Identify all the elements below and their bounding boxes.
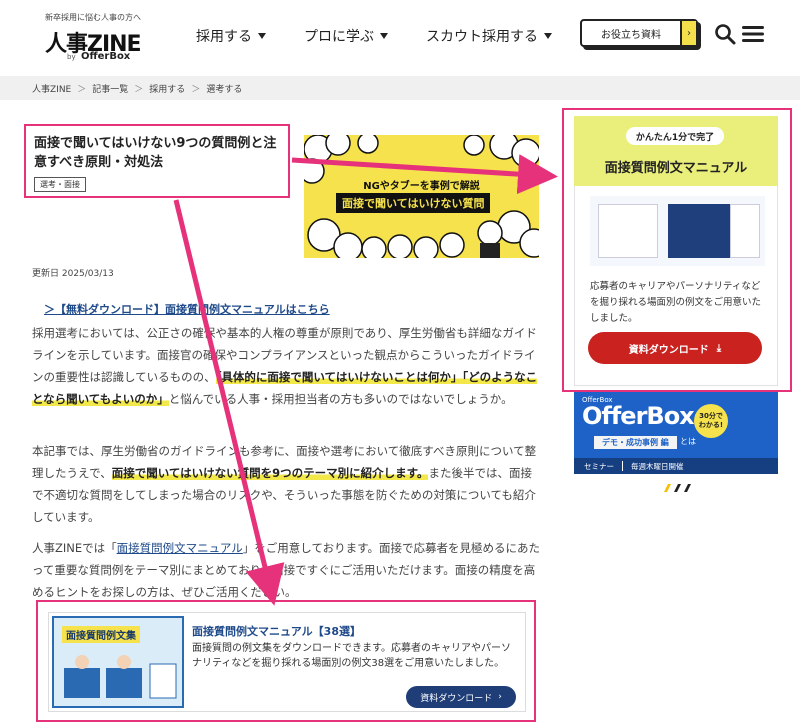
highlighted-text: 面接で聞いてはいけない質問を9つのテーマ別に紹介します。 bbox=[111, 466, 429, 480]
paragraph-text: と悩んでいる人事・採用担当者の方も多いのではないでしょうか。 bbox=[168, 392, 513, 406]
nav-label: プロに学ぶ bbox=[304, 29, 374, 45]
paragraph-text: 人事ZINEでは「 bbox=[32, 541, 117, 555]
hero-headline: 面接で聞いてはいけない質問 bbox=[336, 193, 491, 213]
nav-label: 採用する bbox=[196, 29, 252, 45]
intro-paragraph: 採用選考においては、公正さの確保や基本的人権の尊重が原則であり、厚生労働省も詳細… bbox=[32, 322, 540, 410]
main-nav: 採用する プロに学ぶ スカウト採用する bbox=[196, 26, 552, 46]
breadcrumb-item[interactable]: 採用する bbox=[149, 82, 185, 95]
useful-docs-button[interactable]: お役立ち資料 › bbox=[580, 19, 698, 47]
breadcrumb: 人事ZINE ＞ 記事一覧 ＞ 採用する ＞ 選考する bbox=[0, 76, 800, 100]
breadcrumb-item[interactable]: 記事一覧 bbox=[92, 82, 128, 95]
site-header: 新卒採用に悩む人事の方へ 人事ZINE by OfferBox 採用する プロに… bbox=[0, 0, 800, 76]
people-illustration bbox=[64, 655, 177, 699]
sidebar-download-button[interactable]: 資料ダウンロード ⤓ bbox=[588, 332, 762, 364]
sidebar-document-preview[interactable] bbox=[590, 196, 765, 266]
nav-item-recruit[interactable]: 採用する bbox=[196, 26, 266, 46]
chevron-right-icon: › bbox=[680, 21, 696, 45]
useful-docs-label: お役立ち資料 bbox=[601, 29, 661, 41]
button-label: 資料ダウンロード bbox=[628, 344, 709, 356]
card-description: 面接質問の例文集をダウンロードできます。応募者のキャリアやパーソナリティなどを掘… bbox=[192, 643, 511, 669]
article-title-box: 面接で聞いてはいけない9つの質問例と注意すべき原則・対処法 選考・面接 bbox=[24, 124, 290, 198]
document-preview bbox=[598, 204, 658, 258]
document-preview bbox=[730, 204, 760, 258]
banner-title: OfferBox bbox=[582, 402, 695, 430]
sidebar-title: 面接質問例文マニュアル bbox=[604, 161, 748, 176]
sidebar-pill: かんたん1分で完了 bbox=[626, 127, 724, 145]
chevron-down-icon bbox=[544, 33, 552, 39]
manual-inline-link[interactable]: 面接質問例文マニュアル bbox=[117, 541, 243, 555]
card-title[interactable]: 面接質問例文マニュアル【38選】 bbox=[192, 623, 361, 639]
card-thumbnail[interactable]: 面接質問例文集 bbox=[52, 616, 184, 708]
nav-item-scout[interactable]: スカウト採用する bbox=[426, 26, 552, 46]
search-icon[interactable] bbox=[714, 23, 736, 45]
banner-to: とは bbox=[680, 437, 696, 446]
banner-footer: セミナー 毎週木曜日開催 bbox=[574, 458, 778, 474]
download-icon: ⤓ bbox=[716, 342, 722, 354]
banner-badge: 30分で わかる! bbox=[694, 404, 728, 438]
promo-paragraph: 人事ZINEでは「面接質問例文マニュアル」をご用意しております。面接で応募者を見… bbox=[32, 537, 540, 603]
category-tag[interactable]: 選考・面接 bbox=[34, 177, 86, 192]
document-preview bbox=[668, 204, 730, 258]
nav-item-learn[interactable]: プロに学ぶ bbox=[304, 26, 388, 46]
breadcrumb-separator: ＞ bbox=[77, 84, 87, 95]
nav-label: スカウト採用する bbox=[426, 29, 538, 45]
logo-tagline: 新卒採用に悩む人事の方へ bbox=[45, 13, 141, 22]
offerbox-banner[interactable]: OfferBox OfferBox 30分で わかる! デモ・成功事例 編 とは… bbox=[574, 392, 778, 474]
hero-image: NGやタブーを事例で解説 面接で聞いてはいけない質問 bbox=[304, 135, 539, 258]
banner-footer-right: 毎週木曜日開催 bbox=[631, 461, 684, 471]
card-download-button[interactable]: 資料ダウンロード › bbox=[406, 686, 516, 708]
chevron-right-icon: › bbox=[498, 692, 502, 702]
banner-footer-left: セミナー bbox=[584, 461, 614, 471]
site-logo[interactable]: 新卒採用に悩む人事の方へ 人事ZINE by OfferBox bbox=[45, 12, 165, 64]
sidebar-description: 応募者のキャリアやパーソナリティなどを掘り採れる場面別の例文をご用意いたしました… bbox=[590, 281, 762, 324]
hero-caption: NGやタブーを事例で解説 bbox=[363, 181, 480, 192]
updated-date: 更新日 2025/03/13 bbox=[32, 269, 114, 279]
hamburger-menu-icon[interactable] bbox=[742, 24, 764, 44]
logo-by: by bbox=[67, 53, 76, 61]
download-link[interactable]: ＞【無料ダウンロード】面接質問例文マニュアルはこちら bbox=[44, 301, 330, 317]
button-label: 資料ダウンロード bbox=[420, 693, 493, 704]
chevron-down-icon bbox=[258, 33, 266, 39]
banner-subtitle: デモ・成功事例 編 bbox=[594, 436, 677, 449]
chevron-down-icon bbox=[380, 33, 388, 39]
breadcrumb-item[interactable]: 人事ZINE bbox=[32, 82, 71, 95]
summary-paragraph: 本記事では、厚生労働省のガイドラインも参考に、面接や選考において徹底すべき原則に… bbox=[32, 440, 540, 528]
divider bbox=[622, 461, 623, 471]
breadcrumb-separator: ＞ bbox=[191, 84, 201, 95]
logo-offerbox: OfferBox bbox=[81, 51, 131, 62]
breadcrumb-separator: ＞ bbox=[134, 84, 144, 95]
carousel-indicator[interactable] bbox=[662, 484, 694, 492]
page-title: 面接で聞いてはいけない9つの質問例と注意すべき原則・対処法 bbox=[34, 136, 277, 170]
breadcrumb-item[interactable]: 選考する bbox=[206, 82, 242, 95]
